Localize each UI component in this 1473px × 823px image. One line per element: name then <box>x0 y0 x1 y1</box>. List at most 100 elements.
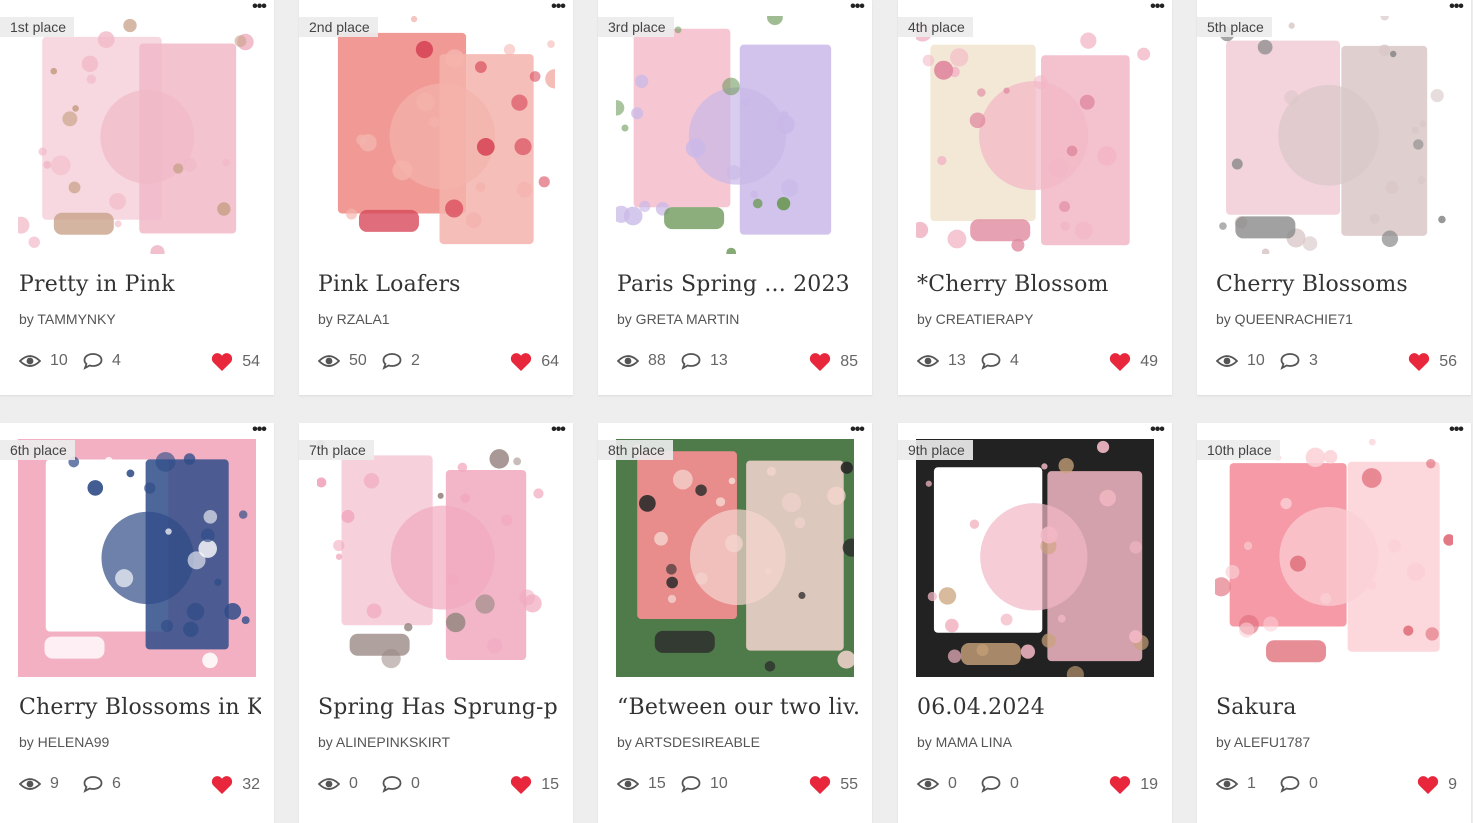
heart-icon[interactable] <box>1417 775 1439 795</box>
comments-stat[interactable]: 4 <box>83 352 121 370</box>
set-author[interactable]: by MAMA LINA <box>917 734 1012 750</box>
set-thumbnail[interactable] <box>916 439 1154 677</box>
set-title[interactable]: Pink Loafers <box>318 272 560 297</box>
set-author[interactable]: by GRETA MARTIN <box>617 311 739 327</box>
comments-stat[interactable]: 6 <box>83 775 121 793</box>
heart-icon[interactable] <box>211 775 233 795</box>
set-author[interactable]: by CREATIERAPY <box>917 311 1033 327</box>
comments-stat[interactable]: 10 <box>681 775 728 793</box>
likes-stat[interactable]: 19 <box>1109 775 1158 795</box>
set-author[interactable]: by ALEFU1787 <box>1216 734 1310 750</box>
blossom-dot <box>234 35 247 48</box>
heart-icon[interactable] <box>809 352 831 372</box>
set-card[interactable]: 7th place ••• Spring Has Sprung-p... by … <box>299 422 573 823</box>
more-dots-icon[interactable]: ••• <box>1445 422 1467 439</box>
comments-stat[interactable]: 13 <box>681 352 728 370</box>
set-card[interactable]: 6th place ••• Cherry Blossoms in K... by… <box>0 422 274 823</box>
likes-stat[interactable]: 55 <box>809 775 858 795</box>
set-card[interactable]: 9th place ••• 06.04.2024 by MAMA LINA 0 … <box>898 422 1172 823</box>
set-title[interactable]: Paris Spring ... 2023 <box>617 272 859 297</box>
blossom-dot <box>415 40 434 59</box>
more-dots-icon[interactable]: ••• <box>1146 0 1168 16</box>
more-dots-icon[interactable]: ••• <box>846 0 868 16</box>
blossom-dot <box>1033 75 1048 90</box>
blossom-dot <box>1074 221 1093 240</box>
set-card[interactable]: 4th place ••• *Cherry Blossom by CREATIE… <box>898 0 1172 395</box>
set-thumbnail[interactable] <box>616 16 854 254</box>
comments-stat[interactable]: 4 <box>981 352 1019 370</box>
set-card[interactable]: 5th place ••• Cherry Blossoms by QUEENRA… <box>1197 0 1471 395</box>
set-card[interactable]: 10th place ••• Sakura by ALEFU1787 1 0 9 <box>1197 422 1471 823</box>
set-author[interactable]: by HELENA99 <box>19 734 109 750</box>
more-dots-icon[interactable]: ••• <box>547 0 569 16</box>
likes-stat[interactable]: 64 <box>510 352 559 372</box>
more-dots-icon[interactable]: ••• <box>547 422 569 439</box>
set-card[interactable]: 8th place ••• “Between our two liv... by… <box>598 422 872 823</box>
heart-icon[interactable] <box>510 352 532 372</box>
likes-stat[interactable]: 85 <box>809 352 858 372</box>
set-author[interactable]: by TAMMYNKY <box>19 311 116 327</box>
set-thumbnail[interactable] <box>317 439 555 677</box>
more-dots-icon[interactable]: ••• <box>248 0 270 16</box>
set-thumbnail[interactable] <box>916 16 1154 254</box>
set-title[interactable]: Spring Has Sprung-p... <box>318 695 560 720</box>
likes-stat[interactable]: 49 <box>1109 352 1158 372</box>
set-author[interactable]: by QUEENRACHIE71 <box>1216 311 1353 327</box>
more-dots-icon[interactable]: ••• <box>248 422 270 439</box>
set-thumbnail[interactable] <box>616 439 854 677</box>
blossom-dot <box>460 493 470 503</box>
more-dots-icon[interactable]: ••• <box>1445 0 1467 16</box>
heart-icon[interactable] <box>809 775 831 795</box>
set-title[interactable]: 06.04.2024 <box>917 695 1159 720</box>
blossom-dot <box>666 576 678 589</box>
set-thumbnail[interactable] <box>317 16 555 254</box>
set-thumbnail[interactable] <box>18 439 256 677</box>
set-author[interactable]: by ARTSDESIREABLE <box>617 734 760 750</box>
blossom-dot <box>238 510 248 519</box>
set-card[interactable]: 2nd place ••• Pink Loafers by RZALA1 50 … <box>299 0 573 395</box>
set-thumbnail[interactable] <box>1215 439 1453 677</box>
heart-icon[interactable] <box>1109 775 1131 795</box>
blossom-dot <box>363 473 380 489</box>
blossom-dot <box>1430 88 1444 103</box>
comments-stat[interactable]: 0 <box>382 775 420 793</box>
set-card[interactable]: 3rd place ••• Paris Spring ... 2023 by G… <box>598 0 872 395</box>
eye-icon <box>19 777 41 791</box>
more-dots-icon[interactable]: ••• <box>846 422 868 439</box>
set-author[interactable]: by RZALA1 <box>318 311 390 327</box>
likes-stat[interactable]: 9 <box>1417 775 1457 795</box>
heart-icon[interactable] <box>211 352 233 372</box>
blossom-dot <box>1040 526 1058 544</box>
comments-stat[interactable]: 2 <box>382 352 420 370</box>
set-title[interactable]: “Between our two liv... <box>617 695 859 720</box>
likes-stat[interactable]: 54 <box>211 352 260 372</box>
set-title[interactable]: Cherry Blossoms in K... <box>19 695 261 720</box>
set-title[interactable]: Pretty in Pink <box>19 272 261 297</box>
set-card[interactable]: 1st place ••• Pretty in Pink by TAMMYNKY… <box>0 0 274 395</box>
set-stats: 13 4 49 <box>917 352 1158 374</box>
heart-icon[interactable] <box>1109 352 1131 372</box>
blossom-dot <box>969 112 986 129</box>
blossom-dot <box>335 553 343 560</box>
blossom-dot <box>1406 562 1426 581</box>
comments-stat[interactable]: 0 <box>981 775 1019 793</box>
likes-stat[interactable]: 56 <box>1408 352 1457 372</box>
blossom-dot <box>1263 616 1279 632</box>
set-thumbnail[interactable] <box>18 16 256 254</box>
heart-icon[interactable] <box>1408 352 1430 372</box>
collage-image <box>18 439 256 677</box>
set-title[interactable]: Sakura <box>1216 695 1458 720</box>
comments-stat[interactable]: 3 <box>1280 352 1318 370</box>
likes-stat[interactable]: 32 <box>211 775 260 795</box>
more-dots-icon[interactable]: ••• <box>1146 422 1168 439</box>
blossom-dot <box>1058 457 1074 474</box>
set-author[interactable]: by ALINEPINKSKIRT <box>318 734 450 750</box>
set-title[interactable]: Cherry Blossoms <box>1216 272 1458 297</box>
likes-stat[interactable]: 15 <box>510 775 559 795</box>
heart-icon[interactable] <box>510 775 532 795</box>
set-title[interactable]: *Cherry Blossom <box>917 272 1159 297</box>
blossom-dot <box>1361 468 1382 488</box>
comments-stat[interactable]: 0 <box>1280 775 1318 793</box>
comments-count: 10 <box>710 775 728 792</box>
set-thumbnail[interactable] <box>1215 16 1453 254</box>
